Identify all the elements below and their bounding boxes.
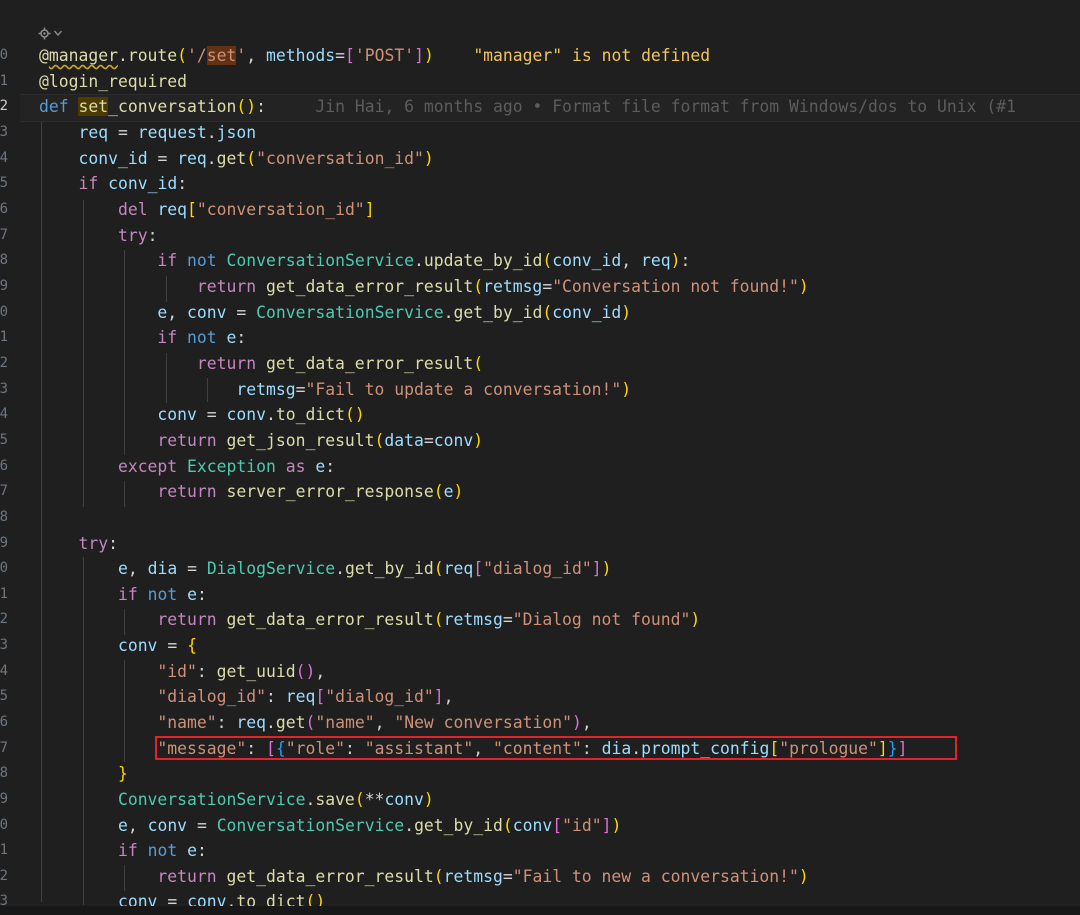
- line-number: 0: [0, 560, 8, 576]
- code-line[interactable]: 8: [0, 505, 1080, 531]
- line-number: 0: [0, 304, 8, 320]
- code-line[interactable]: 1 if not e:: [0, 838, 1080, 864]
- code-line[interactable]: 7 return server_error_response(e): [0, 479, 1080, 505]
- code-line[interactable]: 4 conv = conv.to_dict(): [0, 402, 1080, 428]
- highlight-annotation-box: [155, 736, 957, 760]
- code-line[interactable]: 8 if not ConversationService.update_by_i…: [0, 248, 1080, 274]
- code-line[interactable]: 3 conv = {: [0, 633, 1080, 659]
- line-number: 1: [0, 329, 8, 345]
- line-number: 2: [0, 868, 8, 884]
- line-number: 1: [0, 73, 8, 89]
- code-line[interactable]: 8 }: [0, 761, 1080, 787]
- line-number: 7: [0, 483, 8, 499]
- git-blame-annotation[interactable]: Jin Hai, 6 months ago • Format file form…: [315, 97, 1016, 116]
- line-number: 8: [0, 252, 8, 268]
- code-line[interactable]: 7 try:: [0, 223, 1080, 249]
- line-number: 4: [0, 150, 8, 166]
- code-line[interactable]: 0 e, conv = ConversationService.get_by_i…: [0, 813, 1080, 839]
- code-line[interactable]: 4 "id": get_uuid(),: [0, 659, 1080, 685]
- line-number: 7: [0, 740, 8, 756]
- line-number: 5: [0, 688, 8, 704]
- code-line[interactable]: 5 "dialog_id": req["dialog_id"],: [0, 684, 1080, 710]
- line-number: 9: [0, 535, 8, 551]
- code-line[interactable]: 0 @manager.route('/set', methods=['POST']…: [0, 43, 1080, 69]
- line-number: 3: [0, 381, 8, 397]
- line-number: 3: [0, 637, 8, 653]
- line-number: 3: [0, 124, 8, 140]
- line-number: 1: [0, 586, 8, 602]
- code-line[interactable]: 1 if not e:: [0, 325, 1080, 351]
- line-number: 6: [0, 714, 8, 730]
- line-number: 4: [0, 406, 8, 422]
- code-line[interactable]: 6 "name": req.get("name", "New conversat…: [0, 710, 1080, 736]
- code-line[interactable]: 2 return get_data_error_result(: [0, 351, 1080, 377]
- code-line[interactable]: 1 @login_required: [0, 69, 1080, 95]
- code-editor[interactable]: 0 @manager.route('/set', methods=['POST']…: [0, 0, 1080, 915]
- line-number: 4: [0, 663, 8, 679]
- line-number: 0: [0, 817, 8, 833]
- settings-icon[interactable]: [38, 27, 51, 40]
- line-number: 2: [0, 98, 8, 114]
- code-line[interactable]: 5 if conv_id:: [0, 171, 1080, 197]
- line-number: 1: [0, 842, 8, 858]
- line-number: 5: [0, 175, 8, 191]
- code-line[interactable]: 3 req = request.json: [0, 120, 1080, 146]
- line-number: 7: [0, 227, 8, 243]
- chevron-down-icon[interactable]: [53, 28, 63, 38]
- line-number: 0: [0, 47, 8, 63]
- code-line[interactable]: 3 retmsg="Fail to update a conversation!…: [0, 377, 1080, 403]
- line-number: 9: [0, 278, 8, 294]
- line-number: 8: [0, 765, 8, 781]
- problem-warning: "manager" is not defined: [473, 46, 711, 65]
- code-line[interactable]: 9 ConversationService.save(**conv): [0, 787, 1080, 813]
- code-line[interactable]: 9 try:: [0, 531, 1080, 557]
- code-line[interactable]: 1 if not e:: [0, 582, 1080, 608]
- bottom-edge: [0, 906, 1080, 915]
- line-number: 6: [0, 458, 8, 474]
- line-number: 2: [0, 355, 8, 371]
- line-number: 2: [0, 611, 8, 627]
- code-line[interactable]: 2 return get_data_error_result(retmsg="D…: [0, 607, 1080, 633]
- code-line[interactable]: 6 del req["conversation_id"]: [0, 197, 1080, 223]
- line-number: 9: [0, 791, 8, 807]
- line-number: 5: [0, 432, 8, 448]
- code-line[interactable]: 9 return get_data_error_result(retmsg="C…: [0, 274, 1080, 300]
- code-line[interactable]: 0 e, conv = ConversationService.get_by_i…: [0, 300, 1080, 326]
- code-line[interactable]: 0 e, dia = DialogService.get_by_id(req["…: [0, 556, 1080, 582]
- code-line[interactable]: 2 return get_data_error_result(retmsg="F…: [0, 864, 1080, 890]
- code-line[interactable]: 4 conv_id = req.get("conversation_id"): [0, 146, 1080, 172]
- line-number: 8: [0, 509, 8, 525]
- line-number: 6: [0, 201, 8, 217]
- code-line[interactable]: 6 except Exception as e:: [0, 454, 1080, 480]
- code-line[interactable]: 2 def set_conversation(): Jin Hai, 6 mont…: [0, 94, 1080, 120]
- fold-control[interactable]: [38, 24, 63, 42]
- code-line[interactable]: 5 return get_json_result(data=conv): [0, 428, 1080, 454]
